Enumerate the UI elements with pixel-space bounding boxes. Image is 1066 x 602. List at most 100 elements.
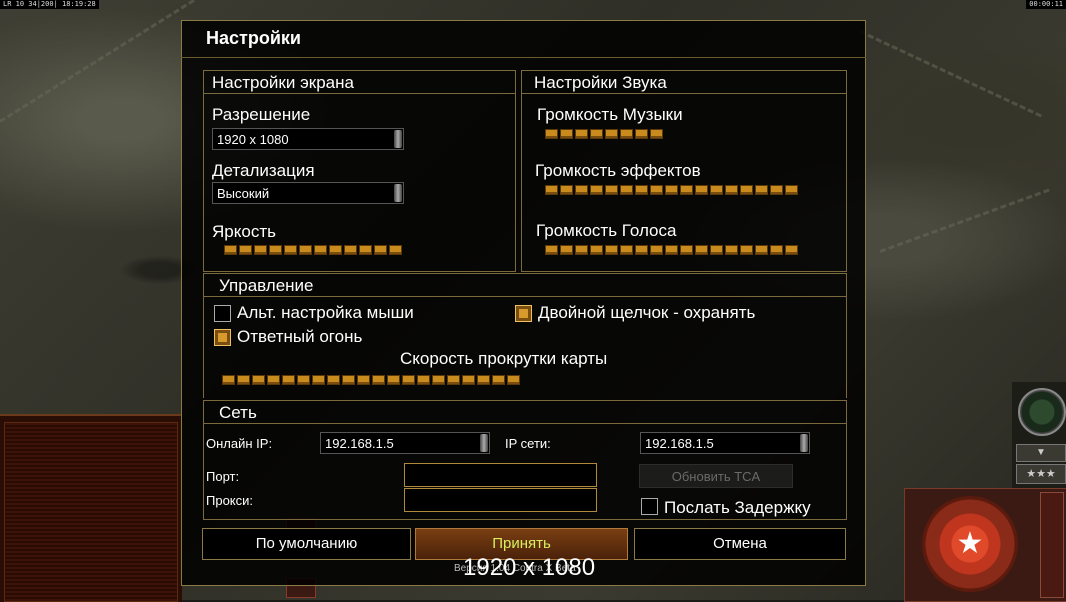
slider-segment <box>590 185 603 195</box>
port-label: Порт: <box>206 469 240 484</box>
radar-icon[interactable] <box>1018 388 1066 436</box>
slider-segment <box>650 185 663 195</box>
slider-segment <box>327 375 340 385</box>
slider-segment <box>650 129 663 139</box>
chevron-down-icon[interactable]: ▼ <box>1016 444 1066 462</box>
slider-segment <box>710 245 723 255</box>
brightness-slider[interactable] <box>224 244 402 256</box>
faction-emblem-icon: ★ <box>922 496 1018 592</box>
slider-segment <box>387 375 400 385</box>
slider-segment <box>417 375 430 385</box>
scroll-speed-label: Скорость прокрутки карты <box>400 349 608 368</box>
slider-segment <box>665 245 678 255</box>
rank-stars-icon[interactable]: ★★★ <box>1016 464 1066 484</box>
send-delay-checkbox[interactable] <box>641 498 658 515</box>
port-input[interactable] <box>404 463 597 487</box>
slider-segment <box>560 245 573 255</box>
online-ip-value: 192.168.1.5 <box>325 436 394 451</box>
slider-segment <box>239 245 252 255</box>
slider-segment <box>374 245 387 255</box>
section-header: Настройки экрана <box>204 71 515 94</box>
slider-segment <box>372 375 385 385</box>
slider-segment <box>314 245 327 255</box>
slider-segment <box>740 245 753 255</box>
slider-segment <box>590 245 603 255</box>
alt-mouse-label: Альт. настройка мыши <box>237 303 414 322</box>
online-ip-dropdown[interactable]: 192.168.1.5 <box>320 432 490 454</box>
slider-segment <box>252 375 265 385</box>
slider-segment <box>560 129 573 139</box>
slider-segment <box>545 185 558 195</box>
slider-segment <box>575 245 588 255</box>
cancel-button[interactable]: Отмена <box>634 528 846 560</box>
send-delay-label: Послать Задержку <box>664 498 811 517</box>
slider-segment <box>755 245 768 255</box>
section-title: Управление <box>219 276 314 295</box>
slider-segment <box>329 245 342 255</box>
double-click-guard-label: Двойной щелчок - охранять <box>538 303 756 322</box>
slider-segment <box>620 185 633 195</box>
slider-segment <box>254 245 267 255</box>
slider-segment <box>575 185 588 195</box>
slider-segment <box>575 129 588 139</box>
dialog-title: Настройки <box>206 28 301 48</box>
dropdown-arrow-icon[interactable] <box>394 184 402 202</box>
slider-segment <box>299 245 312 255</box>
slider-segment <box>650 245 663 255</box>
resolution-value: 1920 x 1080 <box>217 132 289 147</box>
section-title: Сеть <box>219 403 257 422</box>
slider-segment <box>785 245 798 255</box>
detail-label: Детализация <box>212 161 315 180</box>
section-header: Настройки Звука <box>522 71 846 94</box>
slider-segment <box>357 375 370 385</box>
slider-segment <box>312 375 325 385</box>
slider-segment <box>545 245 558 255</box>
section-header: Сеть <box>204 401 846 424</box>
slider-segment <box>344 245 357 255</box>
slider-segment <box>605 245 618 255</box>
return-fire-checkbox[interactable] <box>214 329 231 346</box>
alt-mouse-checkbox[interactable] <box>214 305 231 322</box>
voice-volume-slider[interactable] <box>545 244 798 256</box>
slider-segment <box>680 185 693 195</box>
slider-segment <box>755 185 768 195</box>
slider-segment <box>492 375 505 385</box>
slider-segment <box>635 245 648 255</box>
defaults-button[interactable]: По умолчанию <box>202 528 411 560</box>
slider-segment <box>222 375 235 385</box>
slider-segment <box>620 129 633 139</box>
resolution-dropdown[interactable]: 1920 x 1080 <box>212 128 404 150</box>
detail-dropdown[interactable]: Высокий <box>212 182 404 204</box>
slider-segment <box>740 185 753 195</box>
update-tca-button[interactable]: Обновить TCA <box>639 464 793 488</box>
slider-segment <box>680 245 693 255</box>
power-bar <box>1040 492 1064 598</box>
double-click-guard-checkbox[interactable] <box>515 305 532 322</box>
dropdown-arrow-icon[interactable] <box>394 130 402 148</box>
music-volume-slider[interactable] <box>545 128 663 140</box>
resolution-tooltip: 1920 x 1080 <box>463 554 596 581</box>
dropdown-arrow-icon[interactable] <box>480 434 488 452</box>
dropdown-arrow-icon[interactable] <box>800 434 808 452</box>
slider-segment <box>359 245 372 255</box>
section-title: Настройки Звука <box>534 73 667 92</box>
slider-segment <box>590 129 603 139</box>
slider-segment <box>389 245 402 255</box>
slider-segment <box>560 185 573 195</box>
lan-ip-dropdown[interactable]: 192.168.1.5 <box>640 432 810 454</box>
proxy-input[interactable] <box>404 488 597 512</box>
slider-segment <box>665 185 678 195</box>
section-title: Настройки экрана <box>212 73 354 92</box>
slider-segment <box>507 375 520 385</box>
slider-segment <box>695 245 708 255</box>
effects-volume-slider[interactable] <box>545 184 798 196</box>
scroll-speed-slider[interactable] <box>222 374 520 386</box>
voice-volume-label: Громкость Голоса <box>536 221 677 240</box>
resolution-label: Разрешение <box>212 105 311 124</box>
slider-segment <box>695 185 708 195</box>
slider-segment <box>402 375 415 385</box>
slider-segment <box>284 245 297 255</box>
slider-segment <box>710 185 723 195</box>
slider-segment <box>282 375 295 385</box>
slider-segment <box>620 245 633 255</box>
